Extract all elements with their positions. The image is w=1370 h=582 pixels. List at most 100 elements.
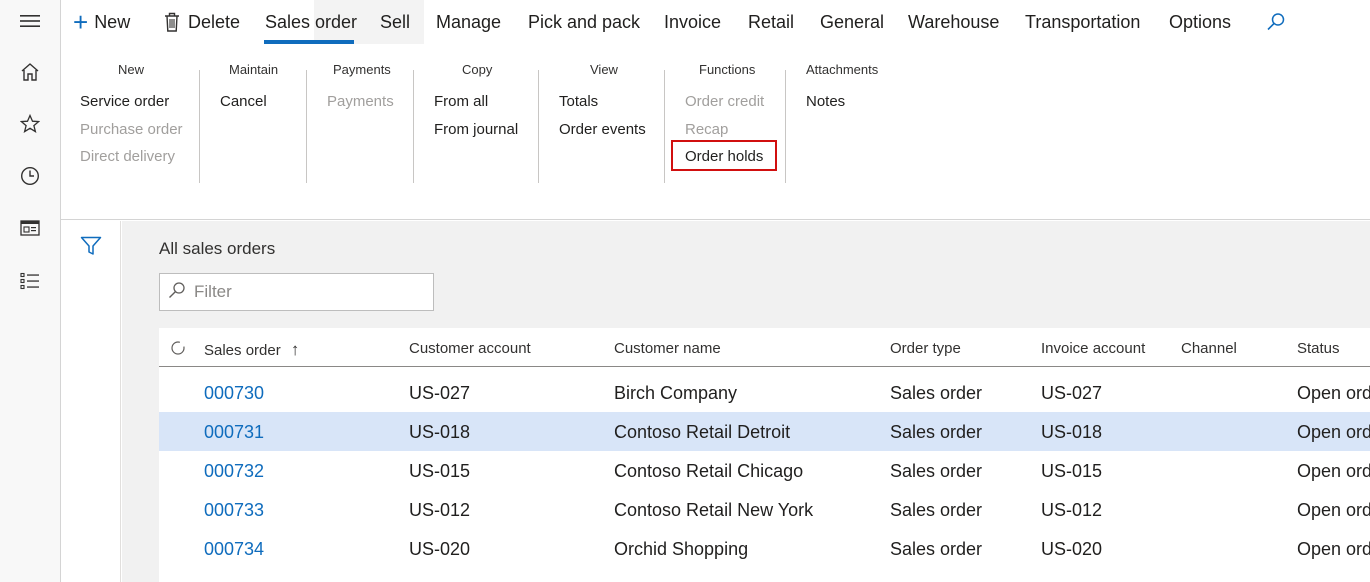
copy-from-all-button[interactable]: From all	[434, 93, 488, 110]
invoice-account-cell: US-018	[1041, 422, 1103, 442]
group-divider	[664, 70, 665, 183]
customer-account-cell: US-027	[409, 383, 471, 403]
hamburger-icon[interactable]	[18, 9, 42, 33]
group-divider	[199, 70, 200, 183]
service-order-button[interactable]: Service order	[80, 93, 169, 110]
table-row[interactable]: 000732 US-015 Contoso Retail Chicago Sal…	[159, 451, 1370, 490]
recap-button[interactable]: Recap	[685, 121, 728, 138]
sales-order-link[interactable]: 000733	[204, 500, 264, 521]
filter-funnel-icon[interactable]	[80, 236, 102, 261]
status-cell: Open ord	[1297, 461, 1370, 481]
list-page: All sales orders Sales order ↑ Customer …	[122, 221, 1370, 582]
filter-field[interactable]	[159, 273, 434, 311]
table-row[interactable]: 000733 US-012 Contoso Retail New York Sa…	[159, 490, 1370, 529]
sales-order-link[interactable]: 000732	[204, 461, 264, 482]
group-title-attachments: Attachments	[806, 62, 879, 77]
tab-options[interactable]: Options	[1169, 8, 1231, 36]
order-type-cell: Sales order	[890, 422, 983, 442]
tab-general[interactable]: General	[820, 8, 884, 36]
status-cell: Open ord	[1297, 383, 1370, 403]
table-row[interactable]: 000734 US-020 Orchid Shopping Sales orde…	[159, 529, 1370, 568]
ribbon-panel: New Service order Purchase order Direct …	[61, 44, 1370, 220]
customer-name-cell: Birch Company	[614, 383, 738, 403]
tab-sell[interactable]: Sell	[380, 8, 410, 36]
tab-pick-and-pack[interactable]: Pick and pack	[528, 8, 640, 36]
payments-button[interactable]: Payments	[327, 93, 394, 110]
notes-button[interactable]: Notes	[806, 93, 845, 110]
delete-label: Delete	[188, 11, 241, 32]
group-title-maintain: Maintain	[229, 62, 279, 77]
tab-sales-order[interactable]: Sales order	[265, 8, 357, 36]
column-header-customer-name[interactable]: Customer name	[614, 340, 721, 357]
group-title-view: View	[590, 62, 618, 77]
tab-transportation[interactable]: Transportation	[1025, 8, 1140, 36]
purchase-order-button[interactable]: Purchase order	[80, 121, 183, 138]
tab-retail[interactable]: Retail	[748, 8, 794, 36]
totals-button[interactable]: Totals	[559, 93, 598, 110]
filter-pane	[61, 221, 121, 582]
sales-order-link[interactable]: 000734	[204, 539, 264, 560]
list-icon[interactable]	[18, 269, 42, 293]
plus-icon: +	[73, 7, 89, 37]
clock-icon[interactable]	[18, 164, 42, 188]
search-icon[interactable]	[1266, 8, 1286, 36]
group-divider	[413, 70, 414, 183]
group-title-functions: Functions	[699, 62, 756, 77]
new-button[interactable]: + New	[73, 8, 130, 36]
status-cell: Open ord	[1297, 422, 1370, 442]
table-row-selected[interactable]: 000731 US-018 Contoso Retail Detroit Sal…	[159, 412, 1370, 451]
group-divider	[785, 70, 786, 183]
column-header-channel[interactable]: Channel	[1181, 340, 1237, 357]
group-divider	[306, 70, 307, 183]
table-row[interactable]: 000730 US-027 Birch Company Sales order …	[159, 373, 1370, 412]
order-type-cell: Sales order	[890, 383, 983, 403]
filter-input[interactable]	[194, 282, 424, 302]
trash-icon	[164, 12, 180, 32]
column-header-customer-account[interactable]: Customer account	[409, 340, 531, 357]
customer-name-cell: Contoso Retail Detroit	[614, 422, 791, 442]
sales-order-link[interactable]: 000730	[204, 383, 264, 404]
customer-name-cell: Contoso Retail Chicago	[614, 461, 804, 481]
column-header-sales-order[interactable]: Sales order ↑	[204, 340, 299, 360]
invoice-account-cell: US-012	[1041, 500, 1103, 520]
new-label: New	[94, 11, 131, 32]
order-credit-button[interactable]: Order credit	[685, 93, 764, 110]
grid-header: Sales order ↑ Customer account Customer …	[159, 328, 1370, 367]
customer-account-cell: US-015	[409, 461, 471, 481]
order-type-cell: Sales order	[890, 539, 983, 559]
column-header-order-type[interactable]: Order type	[890, 340, 961, 357]
group-title-payments: Payments	[333, 62, 391, 77]
workspace-icon[interactable]	[18, 216, 42, 240]
tab-manage[interactable]: Manage	[436, 8, 501, 36]
search-icon	[168, 281, 186, 304]
tab-invoice[interactable]: Invoice	[664, 8, 721, 36]
group-title-copy: Copy	[462, 62, 493, 77]
invoice-account-cell: US-027	[1041, 383, 1103, 403]
group-title-new: New	[118, 62, 145, 77]
invoice-account-cell: US-015	[1041, 461, 1103, 481]
customer-account-cell: US-012	[409, 500, 471, 520]
sort-ascending-icon: ↑	[290, 340, 300, 359]
column-header-status[interactable]: Status	[1297, 340, 1340, 357]
cancel-button[interactable]: Cancel	[220, 93, 267, 110]
star-icon[interactable]	[18, 112, 42, 136]
tab-warehouse[interactable]: Warehouse	[908, 8, 999, 36]
order-events-button[interactable]: Order events	[559, 121, 646, 138]
page-title: All sales orders	[159, 239, 276, 258]
status-cell: Open ord	[1297, 539, 1370, 559]
delete-button[interactable]: Delete	[164, 8, 240, 36]
copy-from-journal-button[interactable]: From journal	[434, 121, 518, 138]
sales-orders-grid: Sales order ↑ Customer account Customer …	[159, 328, 1370, 582]
customer-account-cell: US-020	[409, 539, 471, 559]
home-icon[interactable]	[18, 60, 42, 84]
direct-delivery-button[interactable]: Direct delivery	[80, 148, 175, 165]
select-all-radio[interactable]	[170, 340, 186, 361]
column-label: Sales order	[204, 342, 281, 359]
sales-order-link[interactable]: 000731	[204, 422, 264, 443]
action-bar: + New Delete Sales order Sell Manage Pic…	[61, 0, 1370, 44]
column-header-invoice-account[interactable]: Invoice account	[1041, 340, 1145, 357]
order-type-cell: Sales order	[890, 500, 983, 520]
customer-account-cell: US-018	[409, 422, 471, 442]
nav-rail	[0, 0, 61, 582]
customer-name-cell: Orchid Shopping	[614, 539, 749, 559]
